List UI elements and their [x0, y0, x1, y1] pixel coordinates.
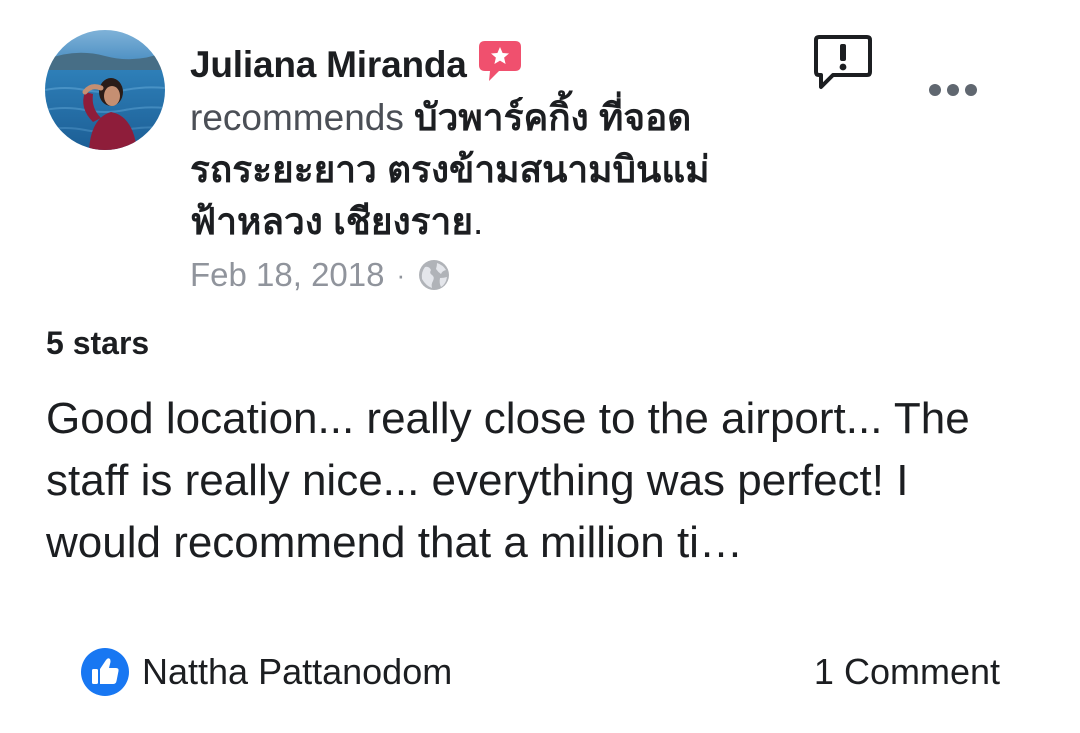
recommends-verb: recommends — [190, 97, 404, 138]
more-horizontal-icon — [929, 84, 977, 96]
author-row: Juliana Miranda — [190, 36, 790, 94]
meta-separator: · — [396, 259, 406, 290]
reactions-summary[interactable]: Nattha Pattanodom — [80, 647, 452, 697]
more-options-button[interactable] — [925, 70, 985, 110]
report-button[interactable] — [813, 33, 873, 93]
author-name[interactable]: Juliana Miranda — [190, 44, 467, 86]
like-thumb-icon — [81, 648, 129, 696]
avatar[interactable] — [45, 30, 165, 150]
avatar-photo — [45, 30, 165, 150]
post-date[interactable]: Feb 18, 2018 — [190, 256, 385, 294]
review-text[interactable]: Good location... really close to the air… — [46, 388, 1026, 574]
star-speech-bubble-icon — [478, 41, 521, 81]
report-speech-bubble-icon — [814, 35, 872, 89]
page-name-line-1: บัวพาร์คกิ้ง ที่จอด — [414, 97, 692, 138]
globe-icon[interactable] — [417, 258, 451, 292]
comment-count[interactable]: 1 Comment — [814, 651, 1000, 693]
post-header: Juliana Miranda recommends บัวพาร์คกิ้ง … — [190, 36, 790, 294]
rating-label: 5 stars — [46, 325, 150, 361]
headline-period: . — [473, 201, 484, 242]
headline: recommends บัวพาร์คกิ้ง ที่จอดรถระยะยาว … — [190, 92, 790, 248]
page-name-line-3: ฟ้าหลวง เชียงราย — [190, 201, 473, 242]
post-meta: Feb 18, 2018 · — [190, 256, 790, 294]
recommendation-post: Juliana Miranda recommends บัวพาร์คกิ้ง … — [0, 0, 1080, 733]
post-footer: Nattha Pattanodom 1 Comment — [80, 640, 1000, 704]
page-name-line-2: รถระยะยาว ตรงข้ามสนามบินแม่ — [190, 149, 710, 190]
reactor-name: Nattha Pattanodom — [142, 651, 453, 692]
